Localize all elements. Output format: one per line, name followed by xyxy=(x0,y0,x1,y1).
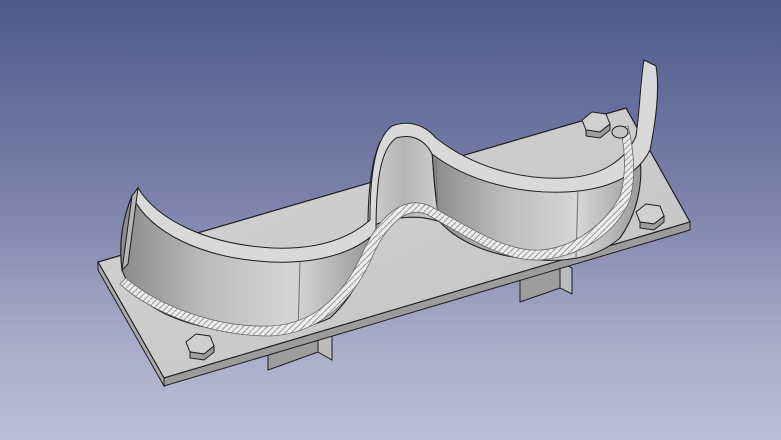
model-scene[interactable] xyxy=(0,0,781,440)
3d-viewport[interactable] xyxy=(0,0,781,440)
hex-bolt-under-wall[interactable] xyxy=(611,125,629,139)
